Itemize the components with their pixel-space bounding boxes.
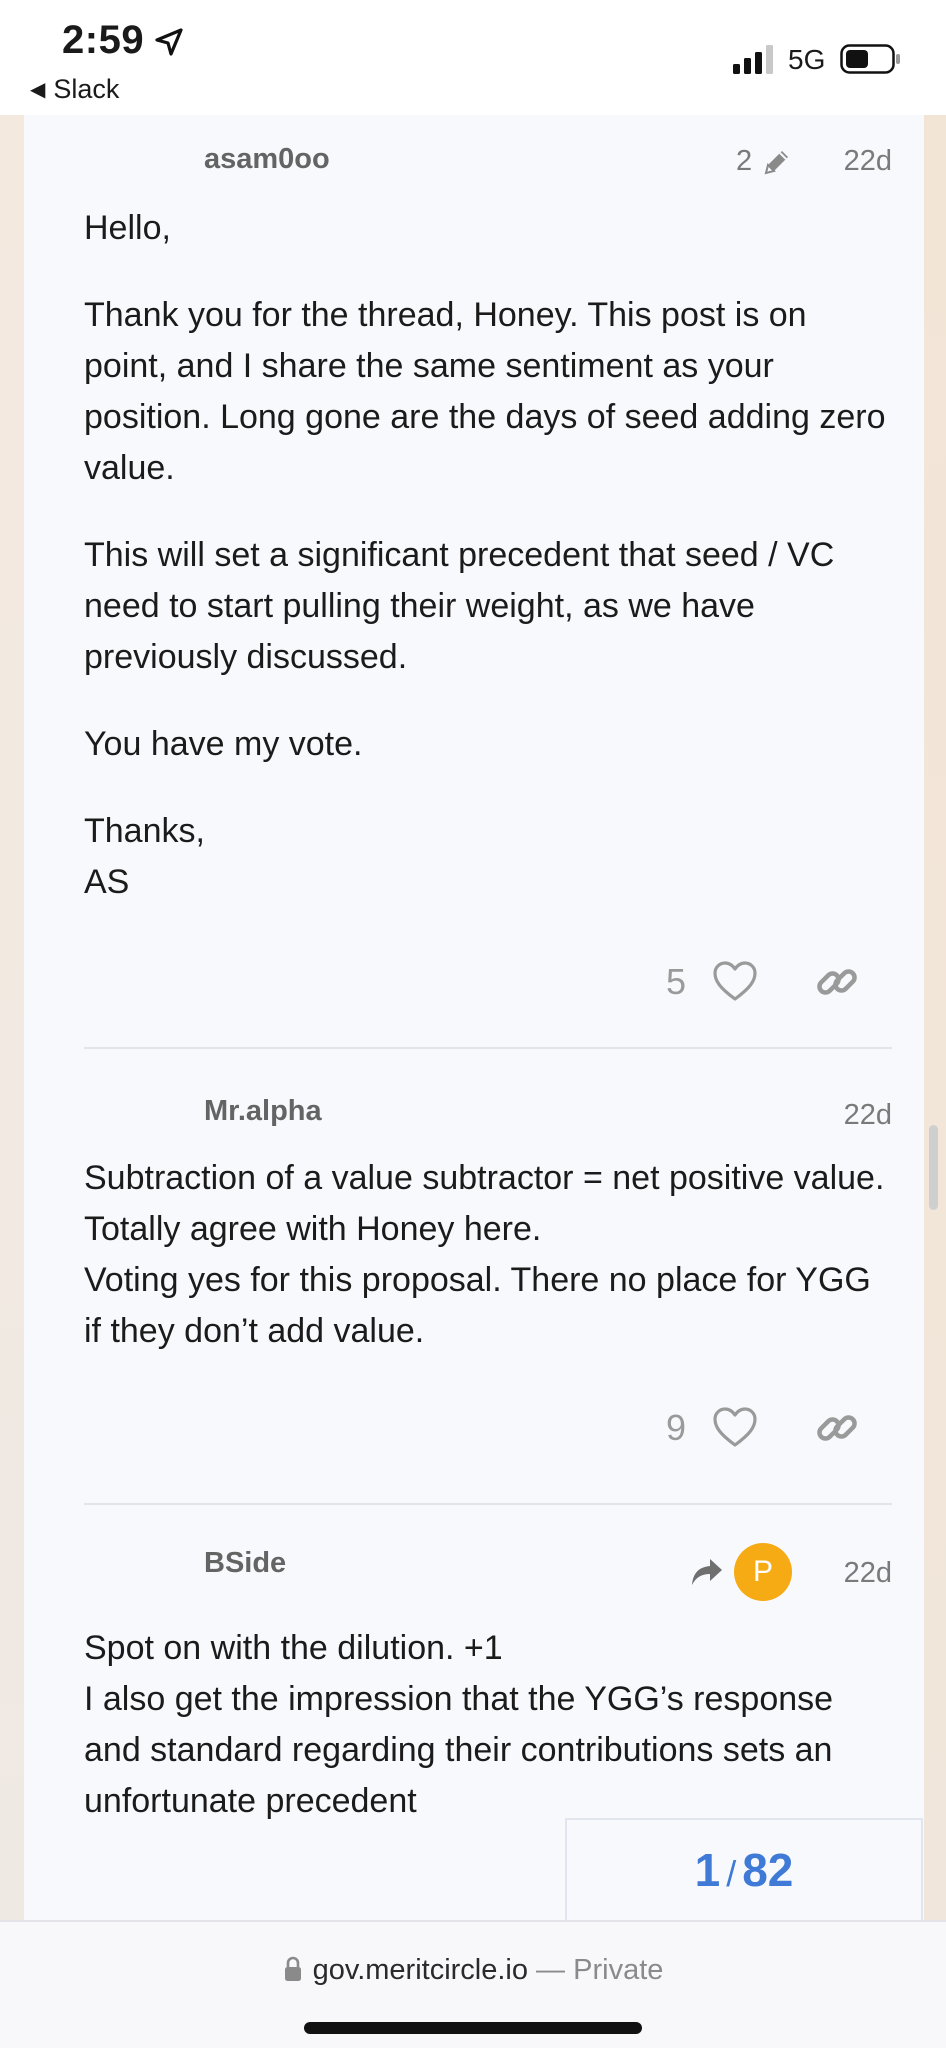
status-bar: 2:59 ◀ Slack 5G: [0, 0, 946, 115]
like-count: 9: [666, 1407, 687, 1448]
cellular-signal-icon: [733, 45, 773, 74]
scrollbar-thumb[interactable]: [929, 1125, 938, 1210]
post-age[interactable]: 22d: [844, 1557, 892, 1590]
network-type: 5G: [788, 44, 826, 75]
location-arrow-icon: [155, 28, 183, 56]
post-asam0oo: asam0oo 2 22d Hello, Thank you for the t…: [84, 125, 892, 1002]
browser-bottom-bar: gov.meritcircle.io — Private: [0, 1920, 946, 2048]
page-left-edge: [0, 115, 24, 1920]
post-paragraph: Spot on with the dilution. +1 I also get…: [84, 1629, 834, 1820]
topic-content: asam0oo 2 22d Hello, Thank you for the t…: [24, 115, 924, 1920]
link-share-icon[interactable]: [814, 959, 860, 1005]
address-bar[interactable]: gov.meritcircle.io — Private: [0, 1954, 946, 1987]
post-body: Subtraction of a value subtractor = net …: [84, 1153, 892, 1357]
url-separator: —: [528, 1954, 574, 1986]
home-indicator[interactable]: [304, 2022, 642, 2034]
back-app-label: Slack: [53, 74, 120, 104]
post-username[interactable]: asam0oo: [204, 143, 330, 176]
private-label: Private: [573, 1954, 664, 1986]
post-username[interactable]: Mr.alpha: [204, 1095, 322, 1128]
lock-icon: [284, 1956, 301, 1981]
post-age[interactable]: 22d: [844, 1099, 892, 1132]
reply-arrow-icon[interactable]: [690, 1557, 724, 1587]
post-divider: [84, 1047, 892, 1049]
post-divider: [84, 1503, 892, 1505]
post-paragraph: Thanks, AS: [84, 812, 205, 901]
post-paragraph: Thank you for the thread, Honey. This po…: [84, 296, 886, 487]
post-body: Hello, Thank you for the thread, Honey. …: [84, 203, 892, 908]
link-share-icon[interactable]: [814, 1405, 860, 1451]
edit-count[interactable]: 2: [736, 145, 752, 178]
pencil-edit-icon[interactable]: [760, 145, 794, 179]
heart-like-icon[interactable]: [712, 1407, 758, 1449]
post-paragraph: This will set a significant precedent th…: [84, 536, 835, 676]
post-age[interactable]: 22d: [844, 145, 892, 178]
reply-to-avatar[interactable]: P: [734, 1543, 792, 1601]
back-triangle-icon: ◀: [30, 79, 46, 101]
post-counter[interactable]: 1/82: [565, 1818, 923, 1920]
counter-separator: /: [726, 1853, 737, 1894]
post-username[interactable]: BSide: [204, 1547, 286, 1580]
post-paragraph: You have my vote.: [84, 725, 363, 763]
post-mr-alpha: Mr.alpha 22d Subtraction of a value subt…: [84, 1083, 892, 1563]
like-count: 5: [666, 961, 687, 1002]
post-paragraph: Subtraction of a value subtractor = net …: [84, 1159, 885, 1350]
post-paragraph: Hello,: [84, 209, 171, 247]
heart-like-icon[interactable]: [712, 961, 758, 1003]
page-right-edge: [924, 115, 946, 1920]
url-domain: gov.meritcircle.io: [312, 1954, 528, 1986]
battery-icon: [840, 44, 900, 74]
counter-total: 82: [742, 1844, 794, 1896]
back-to-app-link[interactable]: ◀ Slack: [30, 74, 119, 105]
clock-time: 2:59: [62, 18, 145, 62]
counter-current: 1: [694, 1844, 721, 1896]
